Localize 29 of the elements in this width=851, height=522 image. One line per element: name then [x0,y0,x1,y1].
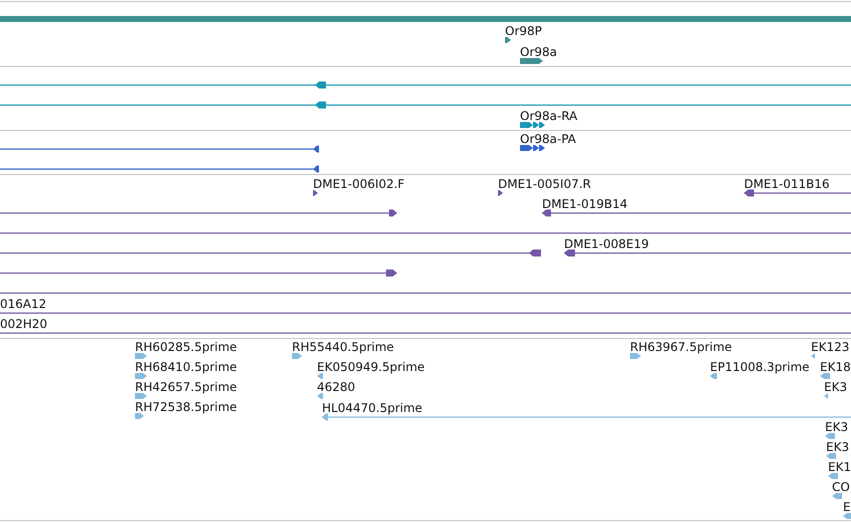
feature-label: Or98P [505,24,542,38]
feature-label: DME1-008E19 [564,237,649,251]
feature-label: DME1-005I07.R [498,177,592,191]
feature-label: DME1-019B14 [542,197,628,211]
feature-label: E [843,500,851,514]
feature-label: Or98a [520,45,558,59]
feature-label: EK123 [811,340,850,354]
feature-label: 016A12 [0,297,46,311]
feature-label: RH63967.5prime [630,340,732,354]
feature-label: RH68410.5prime [135,360,237,374]
feature-label: EP11008.3prime [710,360,810,374]
feature-label: Or98a-PA [520,132,576,146]
feature-label: RH42657.5prime [135,380,237,394]
feature-label: EK050949.5prime [317,360,425,374]
feature-label: 002H20 [0,317,48,331]
feature-label: Or98a-RA [520,109,578,123]
feature-label: EK3 [824,380,848,394]
feature-label: EK3 [825,420,848,434]
feature-label: RH60285.5prime [135,340,237,354]
feature-label: DME1-011B16 [744,177,830,191]
feature-label: RH55440.5prime [292,340,394,354]
feature-label: DME1-006I02.F [313,177,405,191]
feature-label: EK3 [826,440,850,454]
feature-label: 46280 [317,380,356,394]
feature-label: RH72538.5prime [135,400,237,414]
feature-label: CO [832,480,850,494]
feature-label: EK18 [820,360,851,374]
feature-label: HL04470.5prime [322,401,422,415]
feature-label: EK1 [828,460,851,474]
